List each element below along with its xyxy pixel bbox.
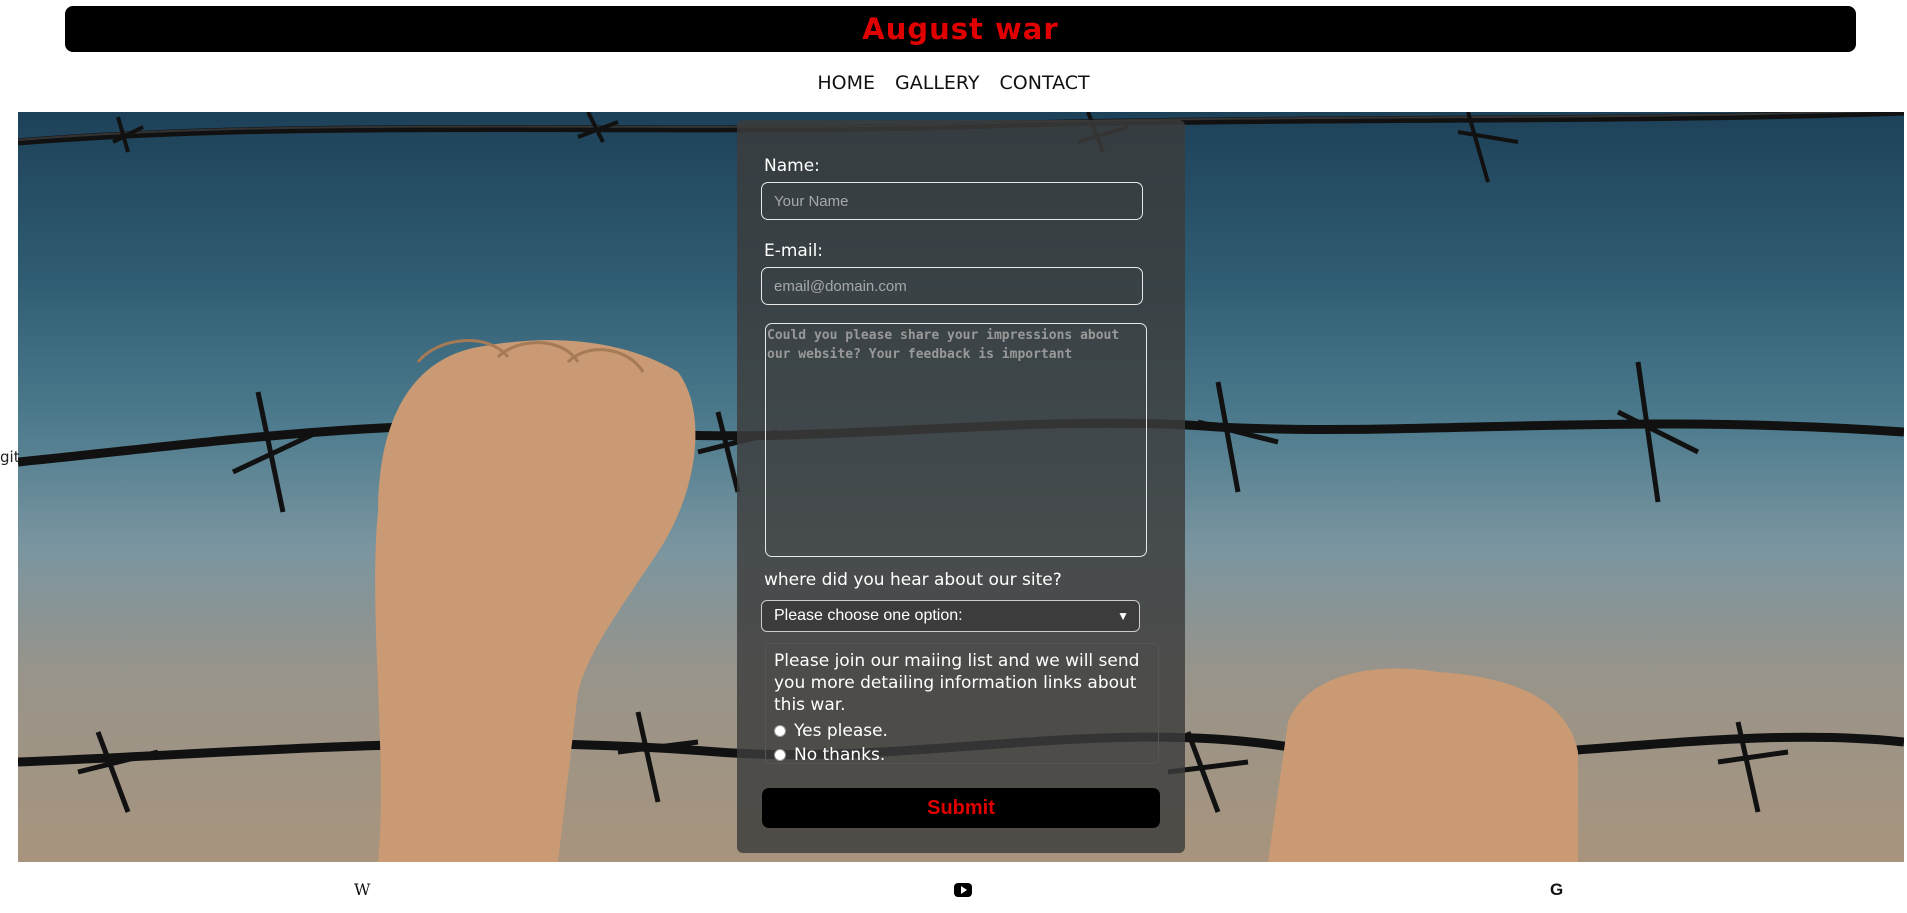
submit-button[interactable]: Submit — [762, 788, 1160, 828]
radio-no-label: No thanks. — [794, 745, 886, 765]
radio-yes-row[interactable]: Yes please. — [774, 721, 1150, 741]
radio-yes-label: Yes please. — [794, 721, 888, 741]
google-icon[interactable]: G — [1550, 880, 1563, 900]
nav-gallery-link[interactable]: GALLERY — [895, 72, 980, 94]
nav-home-link[interactable]: HOME — [817, 72, 875, 94]
radio-yes[interactable] — [774, 725, 786, 737]
email-input[interactable] — [761, 267, 1143, 305]
nav-contact-link[interactable]: CONTACT — [1000, 72, 1090, 94]
stray-text: git — [0, 448, 20, 466]
mailing-list-fieldset: Please join our maiing list and we will … — [765, 643, 1159, 765]
source-label: where did you hear about our site? — [764, 570, 1062, 590]
main-nav: HOME GALLERY CONTACT — [0, 72, 1907, 94]
site-header: August war — [65, 6, 1856, 52]
contact-form: Name: E-mail: where did you hear about o… — [737, 120, 1185, 853]
youtube-icon[interactable] — [954, 883, 972, 897]
email-label: E-mail: — [764, 241, 824, 261]
name-label: Name: — [764, 156, 820, 176]
feedback-textarea[interactable] — [765, 323, 1147, 557]
site-title: August war — [862, 12, 1059, 46]
name-input[interactable] — [761, 182, 1143, 220]
play-triangle — [960, 886, 967, 894]
mailing-list-text: Please join our maiing list and we will … — [774, 651, 1140, 715]
radio-no-row[interactable]: No thanks. — [774, 745, 1150, 765]
wikipedia-icon[interactable]: W — [354, 880, 370, 899]
chevron-down-icon: ▼ — [1117, 609, 1129, 623]
source-select[interactable]: Please choose one option: ▼ — [761, 600, 1140, 632]
source-selected-value: Please choose one option: — [774, 607, 963, 624]
radio-no[interactable] — [774, 749, 786, 761]
